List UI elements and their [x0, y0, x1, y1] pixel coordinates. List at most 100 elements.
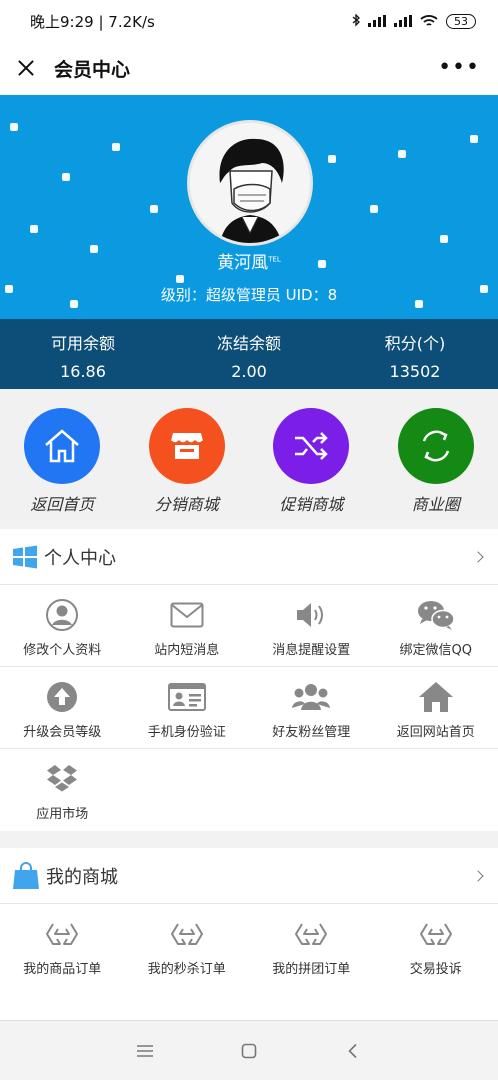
balance-available[interactable]: 可用余额 16.86 — [0, 319, 166, 389]
back-icon[interactable] — [341, 1039, 365, 1063]
snowflake-decoration — [112, 143, 120, 151]
grid-item-back-to-site[interactable]: 返回网站首页 — [373, 667, 498, 749]
page-title: 会员中心 — [54, 58, 131, 81]
more-menu-icon[interactable]: ••• — [438, 57, 480, 79]
quick-home-button[interactable]: 返回首页 — [0, 389, 125, 519]
user-level-info: 级别：超级管理员 UID：8 — [160, 286, 338, 304]
grid-item-group-buy-orders[interactable]: 我的拼团订单 — [249, 904, 374, 986]
shuffle-icon — [295, 432, 329, 460]
my-mall-grid: 我的商品订单 我的秒杀订单 我的拼团订单 交易投诉 — [0, 904, 498, 986]
snowflake-decoration — [440, 235, 448, 243]
quick-entry-row: 返回首页 分销商城 促销商城 商业圈 — [0, 389, 498, 519]
order-icon — [46, 923, 79, 945]
balance-value: 13502 — [389, 362, 441, 381]
store-icon — [170, 433, 204, 459]
quick-label: 促销商城 — [279, 495, 344, 514]
balance-frozen[interactable]: 冻结余额 2.00 — [166, 319, 332, 389]
quick-distribution-mall-button[interactable]: 分销商城 — [125, 389, 250, 519]
quick-promo-mall-button[interactable]: 促销商城 — [249, 389, 374, 519]
grid-item-friends-fans[interactable]: 好友粉丝管理 — [249, 667, 374, 749]
grid-item-edit-profile[interactable]: 修改个人资料 — [0, 585, 125, 667]
user-icon — [46, 599, 79, 631]
snowflake-decoration — [470, 135, 478, 143]
grid-item-label: 返回网站首页 — [396, 725, 475, 740]
quick-circle — [148, 408, 225, 484]
balance-label: 积分(个) — [384, 334, 446, 353]
home-icon — [45, 429, 80, 463]
system-nav-bar — [0, 1020, 498, 1080]
grid-item-label: 好友粉丝管理 — [272, 725, 351, 740]
chevron-right-icon — [472, 550, 484, 563]
windows-logo-icon — [13, 545, 37, 568]
grid-item-upgrade-membership[interactable]: 升级会员等级 — [0, 667, 125, 749]
snowflake-decoration — [176, 275, 184, 283]
upload-icon — [47, 682, 78, 712]
dropbox-icon — [47, 765, 78, 792]
section-title: 个人中心 — [44, 547, 116, 569]
balance-label: 可用余额 — [50, 334, 115, 353]
grid-item-label: 我的秒杀订单 — [147, 962, 226, 977]
grid-item-label: 手机身份验证 — [147, 725, 226, 740]
wifi-icon — [420, 15, 438, 26]
battery-indicator: 53 — [446, 13, 476, 29]
grid-item-label: 交易投诉 — [409, 962, 462, 977]
username-tm: TEL — [268, 255, 281, 264]
refresh-icon — [422, 430, 449, 462]
quick-label: 返回首页 — [30, 495, 95, 514]
quick-business-circle-button[interactable]: 商业圈 — [374, 389, 498, 519]
quick-label: 商业圈 — [411, 495, 460, 514]
grid-item-trade-complaints[interactable]: 交易投诉 — [374, 904, 498, 986]
grid-item-app-market[interactable]: 应用市场 — [0, 749, 125, 831]
balance-bar: 可用余额 16.86 冻结余额 2.00 积分(个) 13502 — [0, 319, 498, 389]
grid-item-notification-settings[interactable]: 消息提醒设置 — [249, 585, 374, 667]
volume-icon — [297, 603, 324, 627]
grid-item-bind-wechat-qq[interactable]: 绑定微信QQ — [373, 585, 498, 667]
system-icons: 53 — [352, 13, 476, 29]
grid-item-phone-verification[interactable]: 手机身份验证 — [124, 667, 249, 749]
status-time: 晚上9:29 | 7.2K/s — [30, 12, 155, 31]
snowflake-decoration — [10, 123, 18, 131]
grid-item-label: 我的商品订单 — [23, 962, 102, 977]
status-bar: 晚上9:29 | 7.2K/s 53 — [0, 0, 498, 42]
chevron-right-icon — [472, 869, 484, 882]
personal-center-section: 个人中心 修改个人资料 站内短消息 消息提醒设置 绑定微信QQ 升级会员等级 手… — [0, 529, 498, 831]
profile-header: 黄河風TEL 级别：超级管理员 UID：8 — [0, 95, 498, 319]
grid-item-label: 消息提醒设置 — [272, 643, 351, 658]
signal-icon — [368, 15, 386, 27]
balance-value: 2.00 — [231, 362, 267, 381]
grid-item-product-orders[interactable]: 我的商品订单 — [0, 904, 125, 986]
grid-item-messages[interactable]: 站内短消息 — [124, 585, 249, 667]
menu-icon[interactable] — [133, 1039, 157, 1063]
balance-points[interactable]: 积分(个) 13502 — [332, 319, 498, 389]
snowflake-decoration — [30, 225, 38, 233]
personal-center-grid: 修改个人资料 站内短消息 消息提醒设置 绑定微信QQ 升级会员等级 手机身份验证… — [0, 585, 498, 831]
close-icon[interactable] — [14, 56, 38, 80]
users-icon — [292, 684, 331, 710]
balance-value: 16.86 — [60, 362, 106, 381]
my-mall-header[interactable]: 我的商城 — [0, 848, 498, 904]
grid-item-label: 升级会员等级 — [23, 725, 102, 740]
balance-label: 冻结余额 — [216, 334, 281, 353]
top-nav-bar: 会员中心 ••• — [0, 42, 498, 94]
username: 黄河風TEL — [0, 248, 498, 273]
grid-item-label: 站内短消息 — [154, 643, 220, 658]
order-icon — [170, 923, 203, 945]
bluetooth-icon — [352, 14, 360, 27]
order-icon — [419, 923, 452, 945]
avatar-illustration — [190, 123, 310, 243]
grid-item-label: 修改个人资料 — [23, 643, 102, 658]
personal-center-header[interactable]: 个人中心 — [0, 529, 498, 585]
house-icon — [418, 682, 453, 712]
signal-icon-2 — [394, 15, 412, 27]
home-square-icon[interactable] — [237, 1039, 261, 1063]
wechat-icon — [417, 601, 455, 630]
my-mall-section: 我的商城 我的商品订单 我的秒杀订单 我的拼团订单 交易投诉 — [0, 848, 498, 1020]
grid-item-flash-sale-orders[interactable]: 我的秒杀订单 — [125, 904, 250, 986]
quick-circle — [24, 408, 101, 484]
snowflake-decoration — [150, 205, 158, 213]
snowflake-decoration — [62, 173, 70, 181]
grid-item-label: 绑定微信QQ — [399, 643, 472, 658]
mail-icon — [170, 602, 204, 628]
avatar[interactable] — [187, 120, 313, 246]
snowflake-decoration — [328, 155, 336, 163]
